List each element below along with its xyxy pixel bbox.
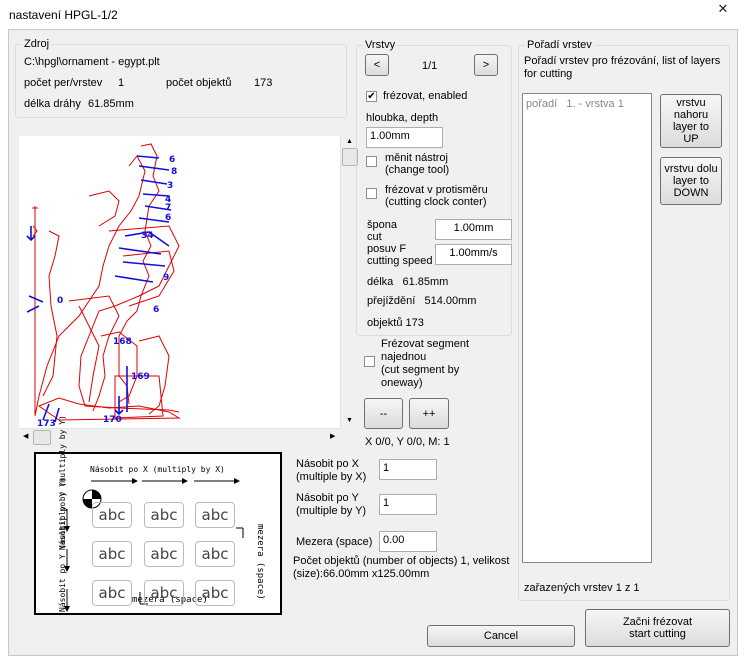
path-length-label: délka dráhy	[24, 98, 81, 110]
cut-input[interactable]: 1.00mm	[435, 219, 512, 240]
pens-layers-label: počet per/vrstev	[24, 77, 103, 89]
layer-page-indicator: 1/1	[422, 60, 438, 72]
preview-label: 173	[37, 419, 56, 428]
preview-label: 168	[113, 337, 132, 347]
demo-multiply-x-label: Násobit po X (multiply by X)	[90, 465, 225, 474]
layers-legend: Vrstvy	[365, 39, 396, 51]
counter-direction-checkbox[interactable]	[366, 188, 377, 199]
demo-multiply-y-label-lower: Násobit po Y (multiply by Y)	[58, 477, 67, 612]
mill-enabled-label: frézovat, enabled	[383, 90, 468, 102]
scroll-up-icon[interactable]: ▲	[346, 138, 353, 145]
layer-order-list-item[interactable]: pořadí 1. - vrstva 1	[526, 98, 624, 110]
layer-order-legend: Pořadí vrstev	[527, 39, 592, 51]
multiply-x-label: Násobit po X (multiple by X)	[296, 458, 367, 483]
layer-objects-text: objektů 173	[367, 317, 424, 329]
demo-cell: abc	[195, 541, 235, 567]
cancel-button[interactable]: Cancel	[427, 625, 575, 647]
queued-layers-count: zařazených vrstev 1 z 1	[524, 582, 640, 594]
multiply-y-label: Násobit po Y (multiple by Y)	[296, 492, 367, 517]
space-label: Mezera (space)	[296, 536, 373, 548]
preview-label: 9	[163, 273, 169, 283]
space-input[interactable]: 0.00	[379, 531, 437, 552]
title-bar: nastavení HPGL-1/2 ✕	[0, 0, 744, 28]
multiply-y-input[interactable]: 1	[379, 494, 437, 515]
counter-direction-label: frézovat v protisměru (cutting clock con…	[385, 184, 488, 208]
preview-label: 7	[165, 203, 171, 213]
demo-cell: abc	[144, 580, 184, 606]
preview-label: 3	[167, 181, 173, 191]
objects-size-summary: Počet objektů (number of objects) 1, vel…	[293, 555, 510, 580]
pens-layers-value: 1	[118, 77, 125, 89]
demo-cell: abc	[92, 580, 132, 606]
multiply-x-input[interactable]: 1	[379, 459, 437, 480]
preview-label: 169	[131, 372, 150, 382]
window-title: nastavení HPGL-1/2	[9, 8, 118, 22]
close-icon[interactable]: ✕	[710, 0, 736, 18]
objects-count-label: počet objektů	[166, 77, 232, 89]
preview-label: 170	[103, 415, 122, 425]
preview-label: 8	[171, 167, 177, 177]
start-cutting-button[interactable]: Začni frézovat start cutting	[585, 609, 730, 647]
layer-order-description: Pořadí vrstev pro frézování, list of lay…	[524, 55, 721, 80]
layer-order-list[interactable]: pořadí 1. - vrstva 1	[522, 93, 652, 563]
cut-segment-label: Frézovat segment najednou (cut segment b…	[381, 338, 470, 389]
preview-horizontal-scrollbar[interactable]: ◀ ▶	[19, 428, 340, 445]
plot-preview[interactable]: 6 8 3 4 7 6 34 9 6 168 169 0 173 170	[19, 136, 340, 428]
depth-input[interactable]: 1.00mm	[366, 127, 443, 148]
scroll-down-icon[interactable]: ▼	[346, 417, 353, 424]
travel-length-text: přejíždění 514.00mm	[367, 295, 477, 307]
cursor-coordinates: X 0/0, Y 0/0, M: 1	[365, 436, 450, 448]
mill-enabled-checkbox[interactable]: ✔	[366, 91, 377, 102]
preview-label: 6	[169, 155, 175, 165]
demo-cell: abc	[144, 502, 184, 528]
change-tool-checkbox[interactable]	[366, 156, 377, 167]
demo-cell: abc	[195, 580, 235, 606]
source-legend: Zdroj	[24, 38, 50, 50]
preview-label: 6	[153, 305, 159, 315]
multiply-diagram: Násobit po X (multiply by X) Násobit po …	[34, 415, 282, 615]
change-tool-label: měnit nástroj (change tool)	[385, 152, 450, 176]
feed-label: posuv F cutting speed	[367, 243, 433, 267]
scroll-left-icon[interactable]: ◀	[23, 432, 28, 440]
source-file-path: C:\hpgl\ornament - egypt.plt	[24, 56, 160, 68]
path-length-value: 61.85mm	[88, 98, 134, 110]
zoom-in-button[interactable]: ++	[409, 398, 449, 429]
layer-up-button[interactable]: vrstvu nahoru layer to UP	[660, 94, 722, 148]
objects-count-value: 173	[254, 77, 273, 89]
cut-segment-checkbox[interactable]	[364, 356, 375, 367]
horizontal-scroll-thumb[interactable]	[33, 430, 51, 445]
cut-label: špona cut	[367, 219, 397, 243]
scroll-right-icon[interactable]: ▶	[330, 432, 335, 440]
preview-label: 6	[165, 213, 171, 223]
next-layer-button[interactable]: >	[474, 54, 498, 76]
layer-length-text: délka 61.85mm	[367, 276, 449, 288]
demo-cell: abc	[144, 541, 184, 567]
feed-input[interactable]: 1.00mm/s	[435, 244, 512, 265]
egyptian-ornament-drawing: 6 8 3 4 7 6 34 9 6 168 169 0 173 170	[26, 143, 181, 428]
preview-label: 34	[141, 231, 154, 241]
zoom-out-button[interactable]: --	[364, 398, 403, 429]
demo-space-vertical-label: mezera (space)	[255, 524, 265, 600]
preview-label: 0	[57, 296, 63, 306]
demo-cell: abc	[92, 541, 132, 567]
demo-cell: abc	[195, 502, 235, 528]
prev-layer-button[interactable]: <	[365, 54, 389, 76]
layer-down-button[interactable]: vrstvu dolu layer to DOWN	[660, 157, 722, 205]
depth-label: hloubka, depth	[366, 112, 439, 124]
dialog-client: Zdroj C:\hpgl\ornament - egypt.plt počet…	[8, 29, 738, 656]
demo-cell: abc	[92, 502, 132, 528]
